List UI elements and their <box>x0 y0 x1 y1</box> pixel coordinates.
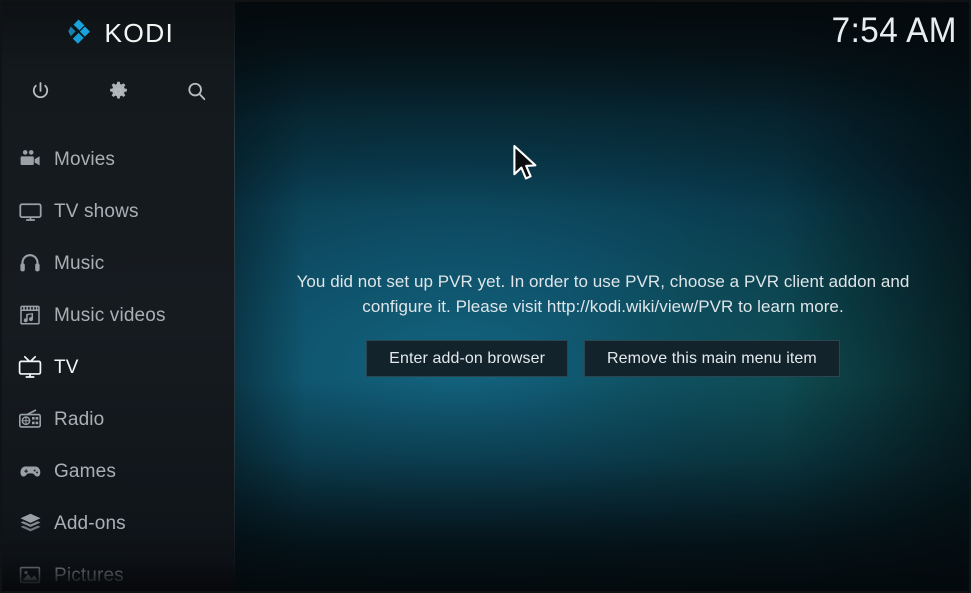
kodi-logo-icon <box>68 19 90 44</box>
radio-icon <box>2 407 54 431</box>
pvr-setup-panel: You did not set up PVR yet. In order to … <box>235 269 969 378</box>
sidebar-item-tv[interactable]: TV <box>2 341 235 393</box>
sidebar-item-label: TV shows <box>54 200 139 222</box>
addons-box-icon <box>2 511 54 536</box>
kodi-window: KODI Movies TV shows Music Music videos … <box>0 0 971 593</box>
music-video-icon <box>2 303 54 327</box>
sidebar-item-pictures[interactable]: Pictures <box>2 549 235 591</box>
sidebar-toolbar <box>2 69 235 113</box>
brand-wordmark: KODI <box>104 18 174 48</box>
sidebar-item-label: Radio <box>54 408 105 430</box>
sidebar-item-label: Games <box>54 460 116 482</box>
television-icon <box>2 199 54 224</box>
remove-main-menu-item-button[interactable]: Remove this main menu item <box>584 340 840 378</box>
sidebar-item-movies[interactable]: Movies <box>2 133 235 185</box>
search-icon[interactable] <box>157 69 235 113</box>
sidebar-item-label: Add-ons <box>54 512 126 534</box>
sidebar: KODI Movies TV shows Music Music videos … <box>2 2 235 591</box>
sidebar-item-music-videos[interactable]: Music videos <box>2 289 235 341</box>
enter-addon-browser-button[interactable]: Enter add-on browser <box>366 340 569 378</box>
content-area: 7:54 AM You did not set up PVR yet. In o… <box>235 2 969 591</box>
headphones-icon <box>2 251 54 275</box>
movie-camera-icon <box>2 147 54 171</box>
sidebar-item-label: Pictures <box>54 564 124 586</box>
sidebar-item-radio[interactable]: Radio <box>2 393 235 445</box>
pvr-button-row: Enter add-on browser Remove this main me… <box>235 340 969 378</box>
retro-tv-icon <box>2 354 54 380</box>
sidebar-item-music[interactable]: Music <box>2 237 235 289</box>
clock: 7:54 AM <box>831 11 957 50</box>
sidebar-item-tv-shows[interactable]: TV shows <box>2 185 235 237</box>
brand: KODI <box>2 12 235 54</box>
sidebar-menu: Movies TV shows Music Music videos TV Ra… <box>2 133 235 591</box>
sidebar-item-add-ons[interactable]: Add-ons <box>2 497 235 549</box>
picture-icon <box>2 563 54 587</box>
gamepad-icon <box>2 459 54 484</box>
sidebar-item-label: Music <box>54 252 105 274</box>
power-icon[interactable] <box>2 69 80 113</box>
sidebar-item-label: Music videos <box>54 304 166 326</box>
sidebar-item-games[interactable]: Games <box>2 445 235 497</box>
pvr-message: You did not set up PVR yet. In order to … <box>296 272 910 317</box>
sidebar-item-label: Movies <box>54 148 116 170</box>
gear-icon[interactable] <box>80 69 158 113</box>
sidebar-item-label: TV <box>54 356 79 378</box>
